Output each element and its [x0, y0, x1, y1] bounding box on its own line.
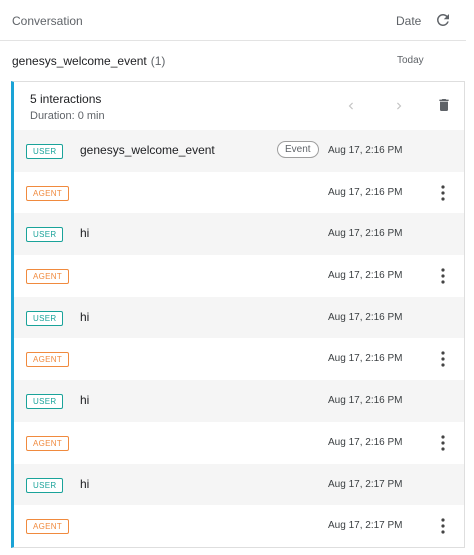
timestamp: Aug 17, 2:17 PM	[328, 520, 403, 532]
panel-header: 5 interactions Duration: 0 min	[14, 82, 464, 131]
message-text: hi	[80, 309, 90, 324]
refresh-icon[interactable]	[434, 11, 452, 29]
interaction-row[interactable]: AGENT Aug 17, 2:16 PM	[14, 255, 464, 297]
duration-label: Duration: 0 min	[30, 110, 105, 122]
timestamp: Aug 17, 2:16 PM	[328, 270, 403, 282]
timestamp: Aug 17, 2:16 PM	[328, 395, 403, 407]
conversation-row[interactable]: genesys_welcome_event (1) Today	[0, 41, 466, 80]
agent-badge: AGENT	[26, 269, 70, 285]
event-chip: Event	[277, 141, 319, 158]
timestamp: Aug 17, 2:16 PM	[328, 353, 403, 365]
interaction-row[interactable]: USER hi Aug 17, 2:16 PM	[14, 213, 464, 256]
conversation-name: genesys_welcome_event (1)	[12, 54, 166, 68]
more-vert-icon[interactable]	[440, 518, 446, 534]
interaction-row[interactable]: AGENT Aug 17, 2:17 PM	[14, 505, 464, 547]
user-badge: USER	[26, 144, 64, 159]
timestamp: Aug 17, 2:16 PM	[328, 436, 403, 448]
message-text: hi	[80, 393, 90, 408]
interaction-row[interactable]: USER hi Aug 17, 2:17 PM	[14, 463, 464, 506]
timestamp: Aug 17, 2:16 PM	[328, 311, 403, 323]
chevron-left-icon[interactable]	[344, 98, 358, 114]
interaction-row[interactable]: USER hi Aug 17, 2:16 PM	[14, 380, 464, 422]
timestamp: Aug 17, 2:17 PM	[328, 478, 403, 490]
message-text: genesys_welcome_event	[80, 143, 215, 157]
user-badge: USER	[26, 477, 64, 493]
timestamp: Aug 17, 2:16 PM	[328, 186, 403, 198]
interaction-row[interactable]: AGENT Aug 17, 2:16 PM	[14, 422, 464, 464]
user-badge: USER	[26, 394, 64, 410]
message-text: hi	[80, 476, 90, 491]
more-vert-icon[interactable]	[440, 435, 446, 451]
interaction-row[interactable]: AGENT Aug 17, 2:16 PM	[14, 172, 464, 214]
agent-badge: AGENT	[26, 185, 70, 201]
conversation-history-page: Conversation Date genesys_welcome_event(…	[0, 0, 474, 555]
interaction-row[interactable]: USER genesys_welcome_event Event Aug 17, 2:…	[14, 130, 464, 172]
agent-badge: AGENT	[26, 435, 70, 451]
interaction-row[interactable]: AGENT Aug 17, 2:16 PM	[14, 338, 464, 380]
user-badge: USER	[26, 310, 64, 326]
timestamp: Aug 17, 2:16 PM	[328, 228, 403, 240]
interaction-list: USER genesys_welcome_event Event Aug 17, 2:…	[14, 130, 464, 547]
trash-icon[interactable]	[436, 96, 452, 114]
date-column-header[interactable]: Date	[396, 14, 421, 28]
conversation-count: (1)	[150, 54, 166, 68]
conversation-date: Today	[397, 55, 424, 66]
chevron-right-icon[interactable]	[392, 98, 406, 114]
agent-badge: AGENT	[26, 352, 70, 368]
conversation-detail-panel: 5 interactions Duration: 0 min USER genes…	[11, 81, 465, 548]
more-vert-icon[interactable]	[440, 268, 446, 284]
more-vert-icon[interactable]	[440, 351, 446, 368]
interaction-row[interactable]: USER hi Aug 17, 2:16 PM	[14, 296, 464, 339]
table-header: Conversation Date	[0, 0, 466, 41]
timestamp: Aug 17, 2:16 PM	[328, 145, 403, 156]
interactions-count: 5 interactions	[30, 92, 102, 106]
more-vert-icon[interactable]	[440, 185, 446, 201]
agent-badge: AGENT	[26, 519, 70, 535]
user-badge: USER	[26, 227, 64, 243]
conversation-column-header[interactable]: Conversation	[12, 14, 83, 28]
message-text: hi	[80, 226, 90, 241]
